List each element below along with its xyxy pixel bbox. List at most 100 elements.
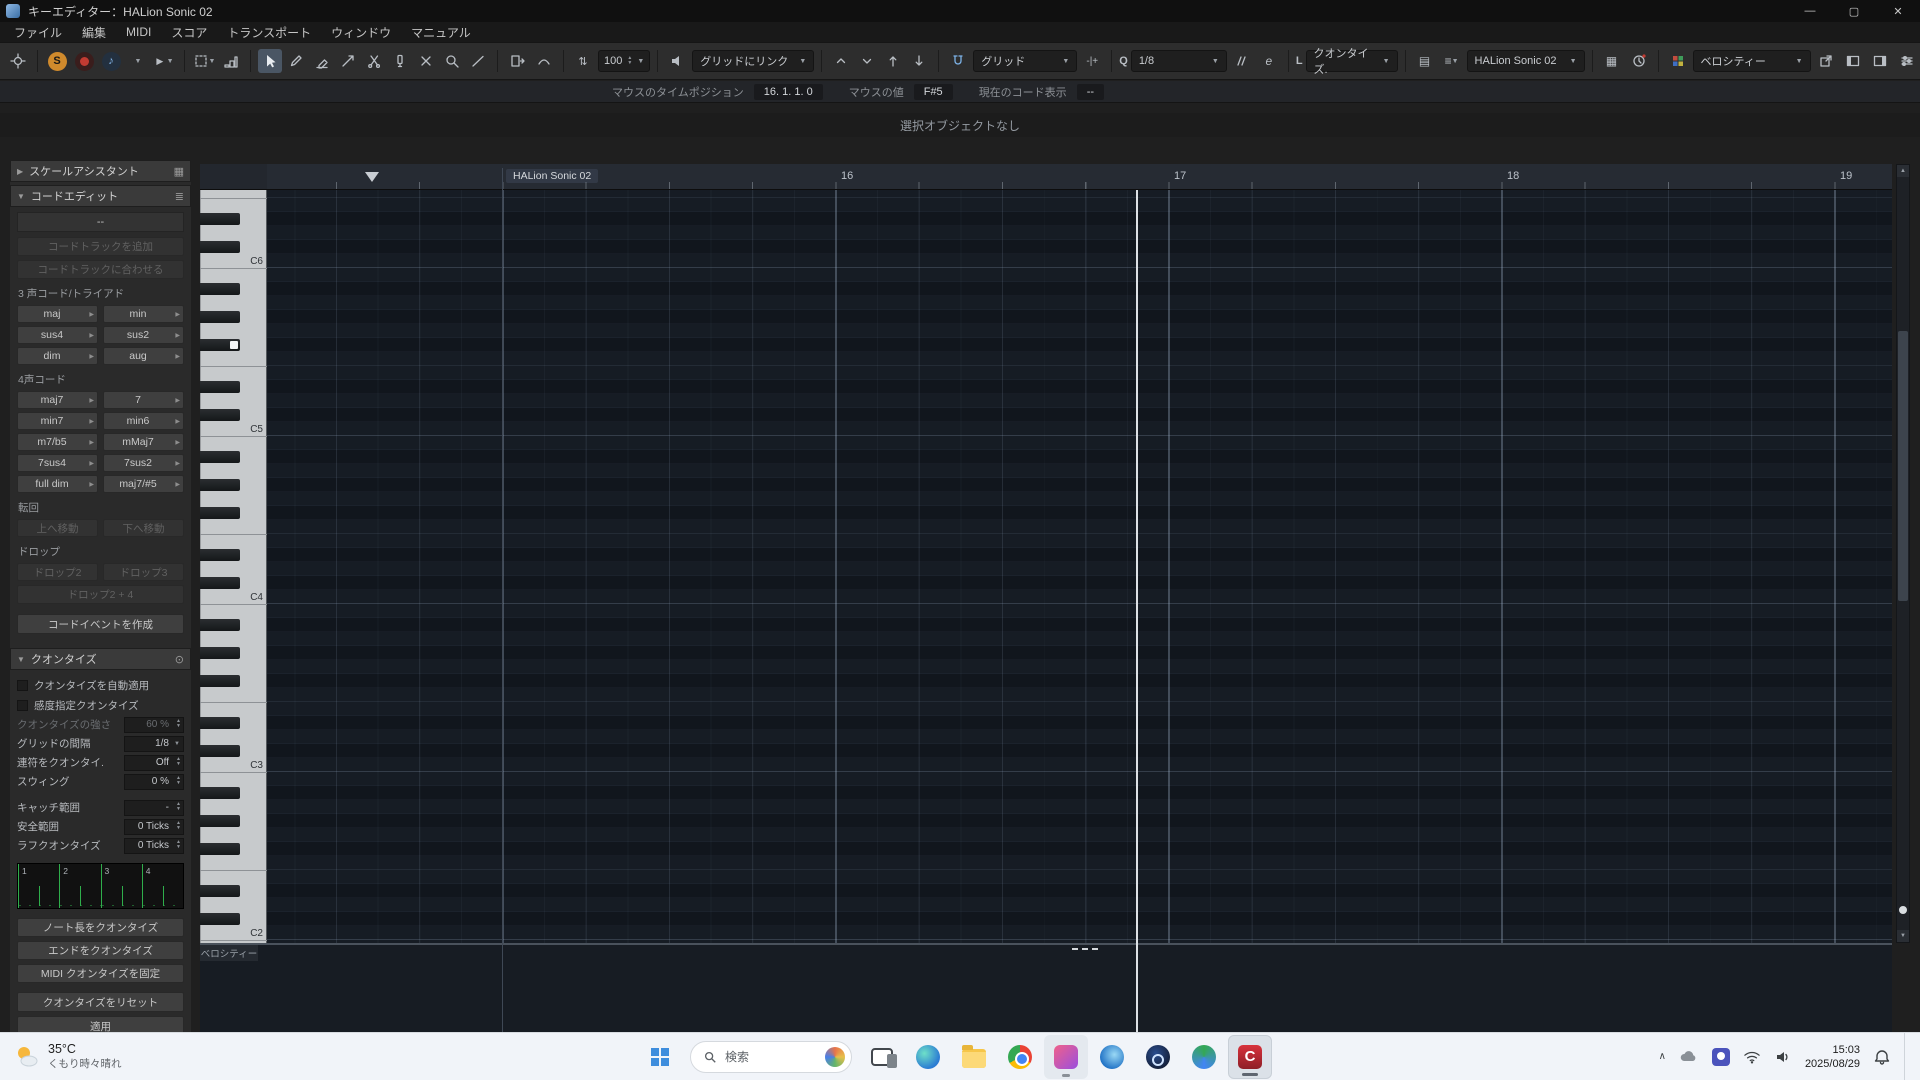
grid-row-b2[interactable] bbox=[267, 772, 1892, 786]
show-left-zone-button[interactable] bbox=[1841, 49, 1865, 73]
menu-item-item[interactable]: トランスポート bbox=[217, 22, 321, 43]
quantize-button-midi[interactable]: MIDI クオンタイズを固定 bbox=[17, 964, 184, 983]
grid-row-b5[interactable] bbox=[267, 268, 1892, 282]
piano-key-c-6[interactable] bbox=[200, 241, 240, 253]
draw-tool[interactable] bbox=[284, 49, 308, 73]
piano-key-a-3[interactable] bbox=[200, 619, 240, 631]
apply-quantize-button[interactable] bbox=[1230, 49, 1254, 73]
grid-row-e4[interactable] bbox=[267, 534, 1892, 548]
time-ruler[interactable]: HALion Sonic 02 16171819 bbox=[267, 164, 1892, 190]
vertical-scrollbar[interactable]: ▲ ▼ bbox=[1896, 164, 1910, 943]
inversion-button-item[interactable]: 下へ移動 bbox=[103, 519, 184, 537]
onedrive-cloud-icon[interactable] bbox=[1679, 1049, 1699, 1065]
zoom-tool[interactable] bbox=[440, 49, 464, 73]
grid-row-g4[interactable] bbox=[267, 492, 1892, 506]
grid-row-f-2[interactable] bbox=[267, 842, 1892, 856]
grid-row-f3[interactable] bbox=[267, 688, 1892, 702]
close-button[interactable]: ✕ bbox=[1876, 0, 1920, 22]
value-field-item[interactable]: 0 Ticks▲▼ bbox=[124, 819, 184, 835]
grid-row-e3[interactable] bbox=[267, 702, 1892, 716]
link-to-grid-dropdown[interactable]: グリッドにリンク ▼ bbox=[692, 50, 814, 72]
grid-row-d3[interactable] bbox=[267, 730, 1892, 744]
piano-key-b5[interactable] bbox=[200, 268, 267, 282]
grid-row-b4[interactable] bbox=[267, 436, 1892, 450]
hidden-icons-chevron[interactable]: ∧ bbox=[1659, 1051, 1666, 1062]
grid-row-d2[interactable] bbox=[267, 898, 1892, 912]
store-button[interactable] bbox=[1090, 1035, 1134, 1079]
value-field-item[interactable]: 60 %▲▼ bbox=[124, 717, 184, 733]
piano-key-d-4[interactable] bbox=[200, 549, 240, 561]
grid-row-c5[interactable] bbox=[267, 422, 1892, 436]
piano-key-d-3[interactable] bbox=[200, 717, 240, 729]
grid-row-c-5[interactable] bbox=[267, 408, 1892, 422]
weather-widget[interactable]: 35°C くもり時々晴れ bbox=[0, 1033, 136, 1080]
maximize-button[interactable]: ▢ bbox=[1832, 0, 1876, 22]
chord-button-maj7-5[interactable]: maj7/#5▶ bbox=[103, 475, 184, 493]
menu-item-item[interactable]: ファイル bbox=[4, 22, 72, 43]
menu-item-item[interactable]: マニュアル bbox=[401, 22, 481, 43]
drop-button-2[interactable]: ドロップ2 bbox=[17, 563, 98, 581]
trim-tool[interactable] bbox=[336, 49, 360, 73]
split-tool[interactable] bbox=[362, 49, 386, 73]
part-label[interactable]: HALion Sonic 02 bbox=[506, 169, 598, 183]
record-in-editor-button[interactable] bbox=[72, 49, 96, 73]
grid-row-f6[interactable] bbox=[267, 190, 1892, 198]
info-value[interactable]: 16. 1. 1. 0 bbox=[754, 84, 823, 100]
grid-row-a-4[interactable] bbox=[267, 450, 1892, 464]
grid-row-c-6[interactable] bbox=[267, 240, 1892, 254]
solo-editor-button[interactable]: S bbox=[45, 49, 69, 73]
minimize-button[interactable]: — bbox=[1788, 0, 1832, 22]
piano-key-b4[interactable] bbox=[200, 436, 267, 450]
grid-row-g-5[interactable] bbox=[267, 310, 1892, 324]
grid-row-f-5[interactable] bbox=[267, 338, 1892, 352]
drop-2-4-button[interactable]: ドロップ2 + 4 bbox=[17, 585, 184, 604]
piano-key-g4[interactable] bbox=[200, 492, 267, 506]
chord-button-mmaj7[interactable]: mMaj7▶ bbox=[103, 433, 184, 451]
grid-row-a-2[interactable] bbox=[267, 786, 1892, 800]
piano-key-a-4[interactable] bbox=[200, 451, 240, 463]
piano-key-f-4[interactable] bbox=[200, 507, 240, 519]
grid-row-b3[interactable] bbox=[267, 604, 1892, 618]
section-quantize[interactable]: ▼ クオンタイズ ⊙ bbox=[10, 648, 191, 670]
create-chord-event-button[interactable]: コードイベントを作成 bbox=[17, 614, 184, 634]
grid-row-d-2[interactable] bbox=[267, 884, 1892, 898]
piano-key-g3[interactable] bbox=[200, 660, 267, 674]
search-highlight-icon[interactable] bbox=[825, 1047, 845, 1067]
grid-row-a4[interactable] bbox=[267, 464, 1892, 478]
piano-key-g-2[interactable] bbox=[200, 815, 240, 827]
grid-row-c6[interactable] bbox=[267, 254, 1892, 268]
piano-key-c-5[interactable] bbox=[200, 409, 240, 421]
chord-button-maj7[interactable]: maj7▶ bbox=[17, 391, 98, 409]
scroll-down-arrow[interactable]: ▼ bbox=[1897, 930, 1909, 942]
piano-keyboard[interactable]: C6C5C4C3C2 bbox=[200, 190, 267, 943]
mute-tool[interactable] bbox=[414, 49, 438, 73]
piano-key-f-3[interactable] bbox=[200, 675, 240, 687]
grid-row-g5[interactable] bbox=[267, 324, 1892, 338]
stepper-icon[interactable]: ▲▼ bbox=[176, 802, 181, 813]
setup-toolbar-button[interactable] bbox=[6, 49, 30, 73]
chevron-down-icon[interactable]: ▼ bbox=[637, 58, 644, 65]
event-colors-dropdown[interactable]: ベロシティー ▼ bbox=[1693, 50, 1811, 72]
grid-row-c4[interactable] bbox=[267, 590, 1892, 604]
chord-button-min[interactable]: min▶ bbox=[103, 305, 184, 323]
scrollbar-thumb[interactable] bbox=[1898, 331, 1908, 601]
step-input-button[interactable]: ▶ ▼ bbox=[153, 49, 177, 73]
steam-button[interactable] bbox=[1136, 1035, 1180, 1079]
grid-row-c-2[interactable] bbox=[267, 912, 1892, 926]
active-part-dropdown[interactable]: HALion Sonic 02 ▼ bbox=[1467, 50, 1585, 72]
chord-button-min6[interactable]: min6▶ bbox=[103, 412, 184, 430]
piano-key-g2[interactable] bbox=[200, 828, 267, 842]
grid-row-g-2[interactable] bbox=[267, 814, 1892, 828]
show-part-borders-button[interactable]: ▤ bbox=[1413, 49, 1437, 73]
feedback-options-dropdown[interactable]: ▼ bbox=[126, 49, 150, 73]
grid-row-g-3[interactable] bbox=[267, 646, 1892, 660]
zoom-handle[interactable] bbox=[1899, 906, 1907, 914]
grid-row-f-4[interactable] bbox=[267, 506, 1892, 520]
grid-row-g3[interactable] bbox=[267, 660, 1892, 674]
teams-icon[interactable] bbox=[1712, 1048, 1730, 1066]
acoustic-feedback-button[interactable]: ♪ bbox=[99, 49, 123, 73]
wifi-icon[interactable] bbox=[1743, 1049, 1761, 1065]
menu-item-item[interactable]: ウィンドウ bbox=[321, 22, 401, 43]
piano-key-a2[interactable] bbox=[200, 800, 267, 814]
chord-button-min7[interactable]: min7▶ bbox=[17, 412, 98, 430]
